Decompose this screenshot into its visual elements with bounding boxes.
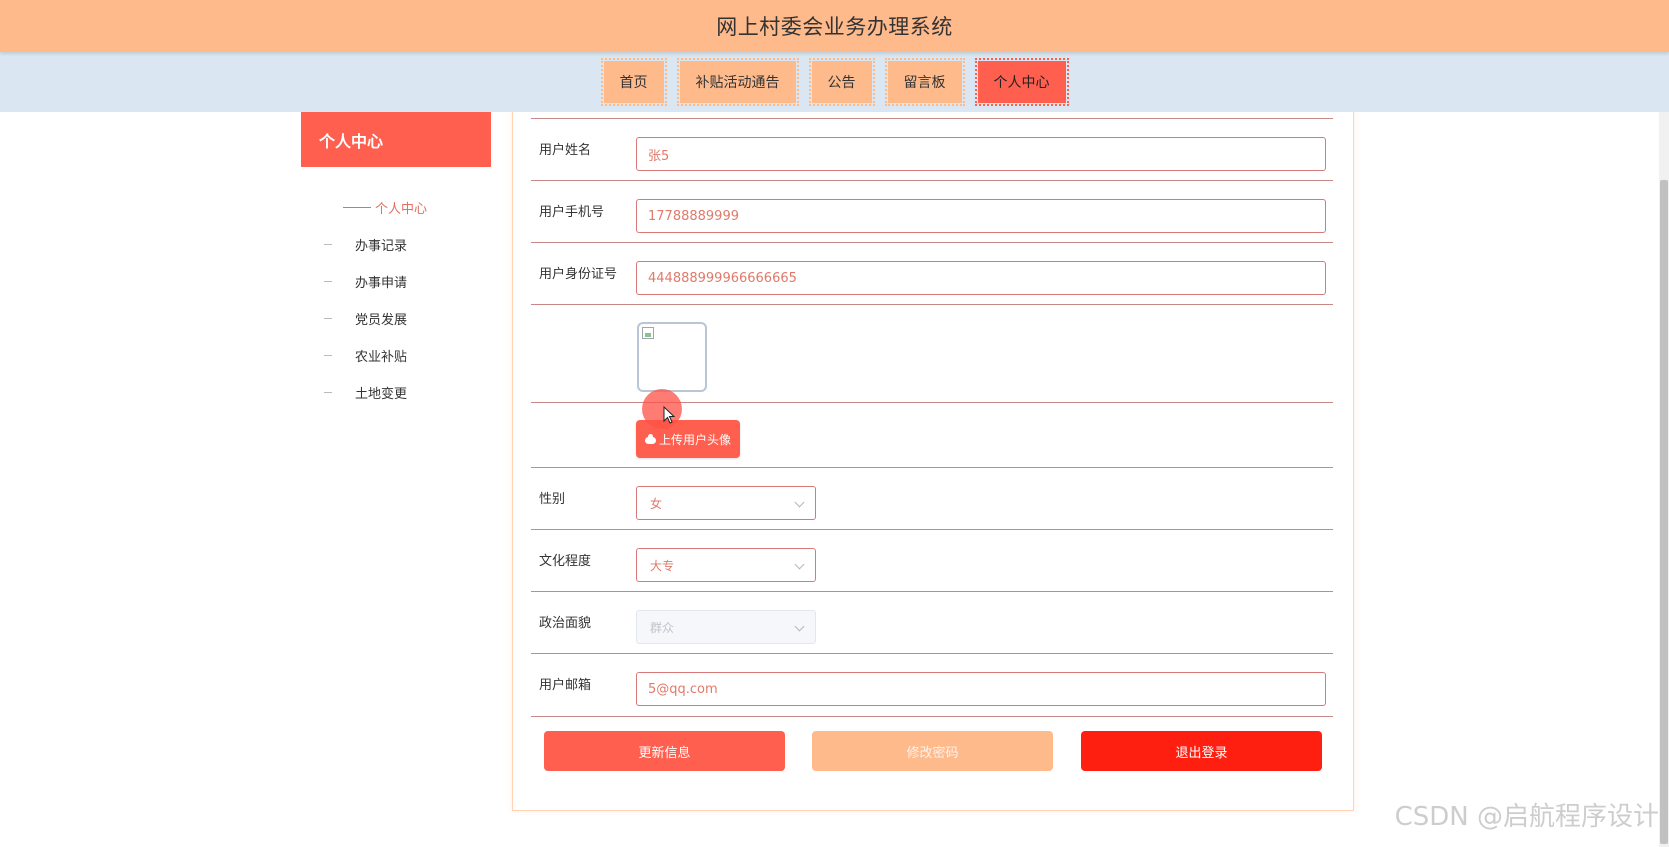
id-number-input[interactable]: 444888999966666665 (636, 261, 1326, 295)
update-info-button[interactable]: 更新信息 (544, 731, 785, 771)
app-title: 网上村委会业务办理系统 (716, 15, 953, 39)
sidebar-item-party-development[interactable]: 党员发展 (301, 300, 491, 337)
nav-item-announcement[interactable]: 公告 (808, 58, 875, 106)
watermark: CSDN @启航程序设计 (1394, 802, 1659, 832)
cloud-upload-icon (644, 433, 656, 444)
dash-icon (324, 392, 332, 393)
sidebar-item-service-records[interactable]: 办事记录 (301, 226, 491, 263)
sidebar-item-land-change[interactable]: 土地变更 (301, 374, 491, 411)
politics-value: 群众 (650, 620, 675, 635)
form-row-name: 用户姓名 张5 (531, 118, 1333, 181)
nav-item-subsidy-notice[interactable]: 补贴活动通告 (676, 58, 799, 106)
education-select[interactable]: 大专 (636, 548, 816, 582)
upload-avatar-label: 上传用户头像 (658, 432, 731, 447)
form-row-id-number: 用户身份证号 444888999966666665 (531, 242, 1333, 305)
nav-item-message-board[interactable]: 留言板 (884, 58, 965, 106)
app-header: 网上村委会业务办理系统 (0, 0, 1669, 52)
nav-item-home[interactable]: 首页 (600, 58, 667, 106)
sidebar-item-label: 办事记录 (355, 239, 408, 254)
dash-icon (324, 281, 332, 282)
form-row-email: 用户邮箱 5@qq.com (531, 653, 1333, 717)
chevron-down-icon (794, 559, 805, 570)
id-number-label: 用户身份证号 (539, 267, 618, 282)
gender-value: 女 (650, 496, 663, 511)
sidebar-item-label: 土地变更 (355, 387, 408, 402)
phone-input[interactable]: 17788889999 (636, 199, 1326, 233)
sidebar-item-label: 党员发展 (355, 313, 408, 328)
sidebar-item-label: 个人中心 (375, 202, 428, 217)
dash-icon (343, 207, 371, 208)
name-input[interactable]: 张5 (636, 137, 1326, 171)
email-label: 用户邮箱 (539, 678, 592, 693)
sidebar-item-agricultural-subsidy[interactable]: 农业补贴 (301, 337, 491, 374)
sidebar-item-label: 办事申请 (355, 276, 408, 291)
form-row-phone: 用户手机号 17788889999 (531, 180, 1333, 243)
dash-icon (324, 244, 332, 245)
dash-icon (324, 318, 332, 319)
sidebar: 个人中心 个人中心 办事记录 办事申请 党员发展 农业补贴 土地变更 (301, 112, 491, 847)
gender-label: 性别 (539, 492, 566, 507)
avatar-image (637, 322, 707, 392)
form-row-education: 文化程度 大专 (531, 529, 1333, 592)
phone-label: 用户手机号 (539, 205, 605, 220)
sidebar-item-label: 农业补贴 (355, 350, 408, 365)
email-input[interactable]: 5@qq.com (636, 672, 1326, 706)
politics-select[interactable]: 群众 (636, 610, 816, 644)
nav-item-personal-center[interactable]: 个人中心 (974, 58, 1069, 106)
sidebar-title: 个人中心 (301, 112, 491, 167)
broken-image-icon (642, 327, 654, 339)
profile-form-panel: 用户姓名 张5 用户手机号 17788889999 用户身份证号 4448889… (512, 104, 1354, 811)
logout-button[interactable]: 退出登录 (1081, 731, 1322, 771)
form-row-gender: 性别 女 (531, 467, 1333, 530)
education-label: 文化程度 (539, 554, 592, 569)
scrollbar-thumb[interactable] (1660, 180, 1668, 844)
dash-icon (324, 355, 332, 356)
gender-select[interactable]: 女 (636, 486, 816, 520)
sidebar-item-personal-center[interactable]: 个人中心 (301, 189, 491, 226)
chevron-down-icon (794, 497, 805, 508)
form-row-avatar (531, 304, 1333, 403)
page-scrollbar[interactable] (1659, 112, 1669, 847)
politics-label: 政治面貌 (539, 616, 592, 631)
sidebar-item-service-application[interactable]: 办事申请 (301, 263, 491, 300)
chevron-down-icon (794, 621, 805, 632)
name-label: 用户姓名 (539, 143, 592, 158)
mouse-cursor-icon (663, 406, 676, 424)
change-password-button[interactable]: 修改密码 (812, 731, 1053, 771)
top-nav: 首页 补贴活动通告 公告 留言板 个人中心 (0, 52, 1669, 112)
action-buttons: 更新信息 修改密码 退出登录 (544, 731, 1324, 771)
education-value: 大专 (650, 558, 675, 573)
sidebar-menu: 个人中心 办事记录 办事申请 党员发展 农业补贴 土地变更 (301, 189, 491, 411)
form-row-politics: 政治面貌 群众 (531, 591, 1333, 654)
